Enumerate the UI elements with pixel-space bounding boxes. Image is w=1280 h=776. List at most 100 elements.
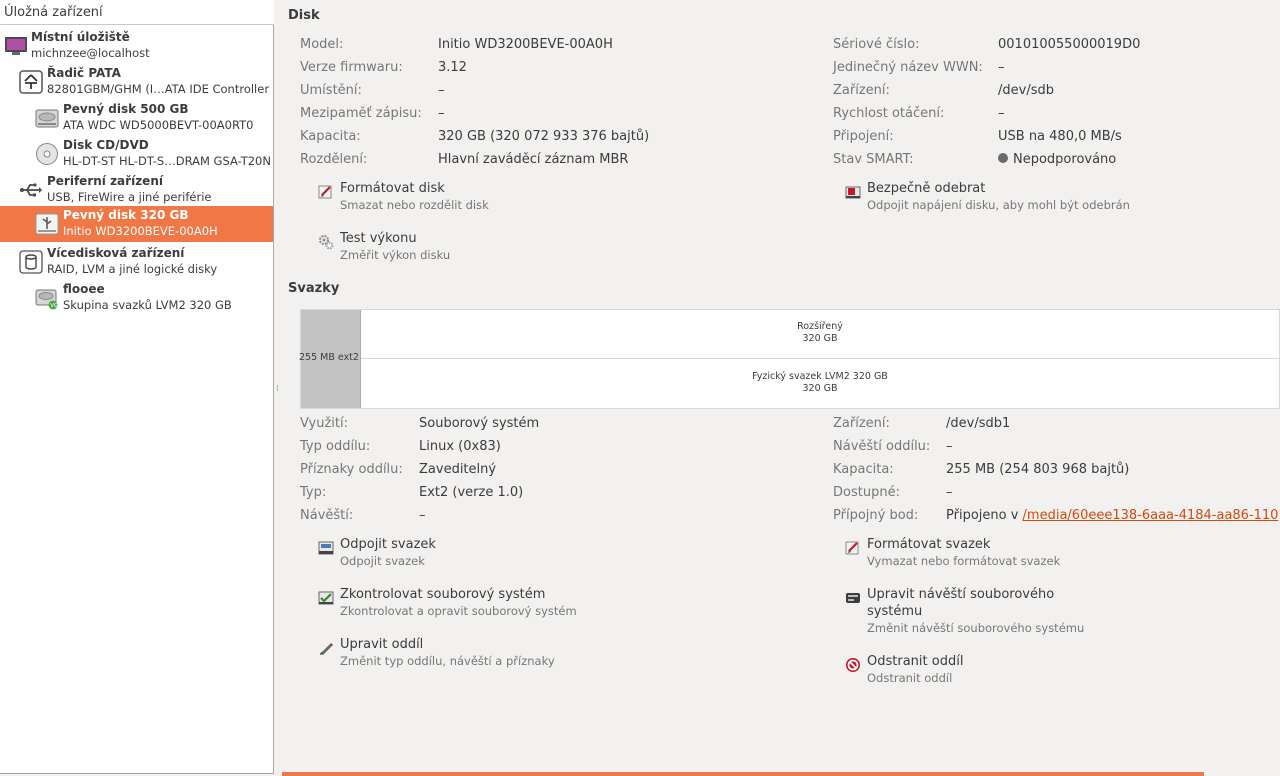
safe-remove-icon bbox=[845, 186, 861, 199]
details-pane: Disk Model: Initio WD3200BEVE-00A0H Verz… bbox=[282, 0, 1280, 776]
vol-type-label: Typ: bbox=[300, 485, 327, 500]
vol-usage-label: Využití: bbox=[300, 416, 349, 431]
disk-smart-value: Nepodporováno bbox=[998, 152, 1116, 167]
volume-partition-ext2[interactable]: 255 MB ext2 bbox=[299, 310, 361, 408]
lvm-size: 320 GB bbox=[802, 383, 838, 394]
tree-item-name: Pevný disk 320 GB bbox=[63, 208, 189, 222]
svg-text:VG: VG bbox=[50, 303, 58, 309]
tree-item-desc: HL-DT-ST HL-DT-S…DRAM GSA-T20N bbox=[63, 154, 271, 168]
delete-partition-title: Odstranit oddíl bbox=[867, 654, 964, 669]
tree-item-cd-dvd[interactable]: Disk CD/DVD HL-DT-ST HL-DT-S…DRAM GSA-T2… bbox=[0, 136, 273, 172]
tree-item-name: Řadič PATA bbox=[47, 66, 121, 80]
format-disk-desc: Smazat nebo rozdělit disk bbox=[340, 198, 489, 212]
disk-smart-label: Stav SMART: bbox=[833, 152, 914, 167]
disk-device-label: Zařízení: bbox=[833, 83, 890, 98]
delete-no-entry-icon bbox=[846, 658, 860, 672]
vol-label-value: – bbox=[419, 508, 426, 523]
tree-item-desc: michnzee@localhost bbox=[31, 46, 150, 60]
vol-capacity-value: 255 MB (254 803 968 bajtů) bbox=[946, 462, 1130, 477]
volume-extended-partition[interactable]: Rozšířený 320 GB bbox=[361, 310, 1279, 359]
vol-available-label: Dostupné: bbox=[833, 485, 900, 500]
tree-item-peripherals[interactable]: Periferní zařízení USB, FireWire a jiné … bbox=[0, 172, 273, 208]
vol-mountpoint-value: Připojeno v /media/60eee138-6aaa-4184-aa… bbox=[946, 508, 1280, 523]
volume-lvm-physical[interactable]: Fyzický svazek LVM2 320 GB 320 GB bbox=[361, 359, 1279, 408]
tree-item-flooee[interactable]: VG flooee Skupina svazků LVM2 320 GB bbox=[0, 280, 273, 316]
smart-status-text: Nepodporováno bbox=[1013, 152, 1117, 167]
tree-item-desc: Skupina svazků LVM2 320 GB bbox=[63, 298, 232, 312]
vol-label-label: Návěští: bbox=[300, 508, 354, 523]
lvm-volume-group-icon: VG bbox=[35, 289, 58, 310]
tree-item-desc: USB, FireWire a jiné periférie bbox=[47, 190, 212, 204]
disk-connection-label: Připojení: bbox=[833, 129, 894, 144]
vol-capacity-label: Kapacita: bbox=[833, 462, 894, 477]
harddisk-icon bbox=[35, 109, 59, 128]
tree-item-multidisk[interactable]: Vícedisková zařízení RAID, LVM a jiné lo… bbox=[0, 244, 273, 280]
check-filesystem-desc: Zkontrolovat a opravit souborový systém bbox=[340, 604, 577, 618]
vol-type-value: Ext2 (verze 1.0) bbox=[419, 485, 524, 500]
vol-partition-flags-value: Zaveditelný bbox=[419, 462, 497, 477]
edit-fs-label-title-line2: systému bbox=[867, 604, 923, 619]
disk-capacity-label: Kapacita: bbox=[300, 129, 361, 144]
computer-icon bbox=[5, 37, 27, 55]
tree-item-name: Pevný disk 500 GB bbox=[63, 102, 189, 116]
vol-partition-label-label: Návěští oddílu: bbox=[833, 439, 931, 454]
unmount-desc: Odpojit svazek bbox=[340, 554, 425, 568]
tree-item-desc: Initio WD3200BEVE-00A0H bbox=[63, 224, 218, 238]
usb-harddisk-icon bbox=[35, 213, 59, 235]
vol-usage-value: Souborový systém bbox=[419, 416, 540, 431]
usb-icon bbox=[20, 183, 42, 197]
disk-rotation-label: Rychlost otáčení: bbox=[833, 106, 945, 121]
sidebar-title: Úložná zařízení bbox=[0, 0, 274, 25]
tree-item-name: Vícedisková zařízení bbox=[47, 246, 185, 260]
edit-fs-label-title-line1: Upravit návěští souborového bbox=[867, 587, 1055, 602]
format-volume-title: Formátovat svazek bbox=[867, 537, 991, 552]
format-volume-desc: Vymazat nebo formátovat svazek bbox=[867, 554, 1061, 568]
sidebar: Úložná zařízení Místní úložiště michnzee… bbox=[0, 0, 274, 774]
vol-partition-flags-label: Příznaky oddílu: bbox=[300, 462, 403, 477]
format-disk-title: Formátovat disk bbox=[340, 181, 445, 196]
optical-disc-icon bbox=[36, 143, 58, 165]
vol-partition-label-value: – bbox=[946, 439, 953, 454]
lvm-name: Fyzický svazek LVM2 320 GB bbox=[752, 371, 888, 382]
check-filesystem-icon bbox=[318, 591, 334, 605]
disk-write-cache-value: – bbox=[438, 106, 445, 121]
volumes-section-title: Svazky bbox=[288, 281, 340, 296]
disk-firmware-label: Verze firmwaru: bbox=[300, 60, 403, 75]
vol-partition-type-label: Typ oddílu: bbox=[300, 439, 371, 454]
benchmark-title: Test výkonu bbox=[340, 231, 417, 246]
raid-icon bbox=[19, 250, 43, 274]
disk-capacity-value: 320 GB (320 072 933 376 bajtů) bbox=[438, 129, 650, 144]
disk-model-label: Model: bbox=[300, 37, 344, 52]
pane-splitter-handle[interactable]: ⁞ bbox=[276, 384, 279, 394]
tree-item-desc: 82801GBM/GHM (I…ATA IDE Controller bbox=[47, 82, 270, 96]
disk-rotation-value: – bbox=[998, 106, 1005, 121]
edit-label-icon bbox=[846, 593, 860, 603]
disk-device-value: /dev/sdb bbox=[998, 83, 1054, 98]
disk-serial-value: 001010055000019D0 bbox=[998, 37, 1141, 52]
tree-item-pata-controller[interactable]: Řadič PATA 82801GBM/GHM (I…ATA IDE Contr… bbox=[0, 64, 273, 100]
vol-available-value: – bbox=[946, 485, 953, 500]
tree-item-harddisk-500[interactable]: Pevný disk 500 GB ATA WDC WD5000BEVT-00A… bbox=[0, 100, 273, 136]
delete-partition-desc: Odstranit oddíl bbox=[867, 671, 953, 685]
tree-item-name: flooee bbox=[63, 282, 105, 296]
format-disk-icon bbox=[318, 185, 332, 199]
check-filesystem-title: Zkontrolovat souborový systém bbox=[340, 587, 546, 602]
tree-item-harddisk-320[interactable]: Pevný disk 320 GB Initio WD3200BEVE-00A0… bbox=[0, 206, 273, 242]
disk-wwn-value: – bbox=[998, 60, 1005, 75]
controller-icon bbox=[19, 70, 43, 94]
tree-item-local-storage[interactable]: Místní úložiště michnzee@localhost bbox=[0, 28, 273, 64]
benchmark-gears-icon bbox=[319, 235, 334, 250]
mountpoint-prefix: Připojeno v bbox=[946, 508, 1023, 523]
tree-item-name: Místní úložiště bbox=[31, 30, 130, 44]
vol-mountpoint-label: Přípojný bod: bbox=[833, 508, 919, 523]
safe-remove-title: Bezpečně odebrat bbox=[867, 181, 986, 196]
disk-partitioning-value: Hlavní zaváděcí záznam MBR bbox=[438, 152, 629, 167]
tree-item-desc: RAID, LVM a jiné logické disky bbox=[47, 262, 218, 276]
volume-partition-ext2-label: 255 MB ext2 bbox=[299, 352, 359, 363]
tree-item-name: Periferní zařízení bbox=[47, 174, 163, 188]
edit-partition-title: Upravit oddíl bbox=[340, 637, 424, 652]
volume-map: 255 MB ext2 Rozšířený 320 GB Fyzický sva… bbox=[299, 309, 1280, 409]
mountpoint-link[interactable]: /media/60eee138-6aaa-4184-aa86-110 bbox=[1023, 508, 1279, 523]
vol-device-label: Zařízení: bbox=[833, 416, 890, 431]
smart-status-dot-icon bbox=[998, 153, 1008, 163]
